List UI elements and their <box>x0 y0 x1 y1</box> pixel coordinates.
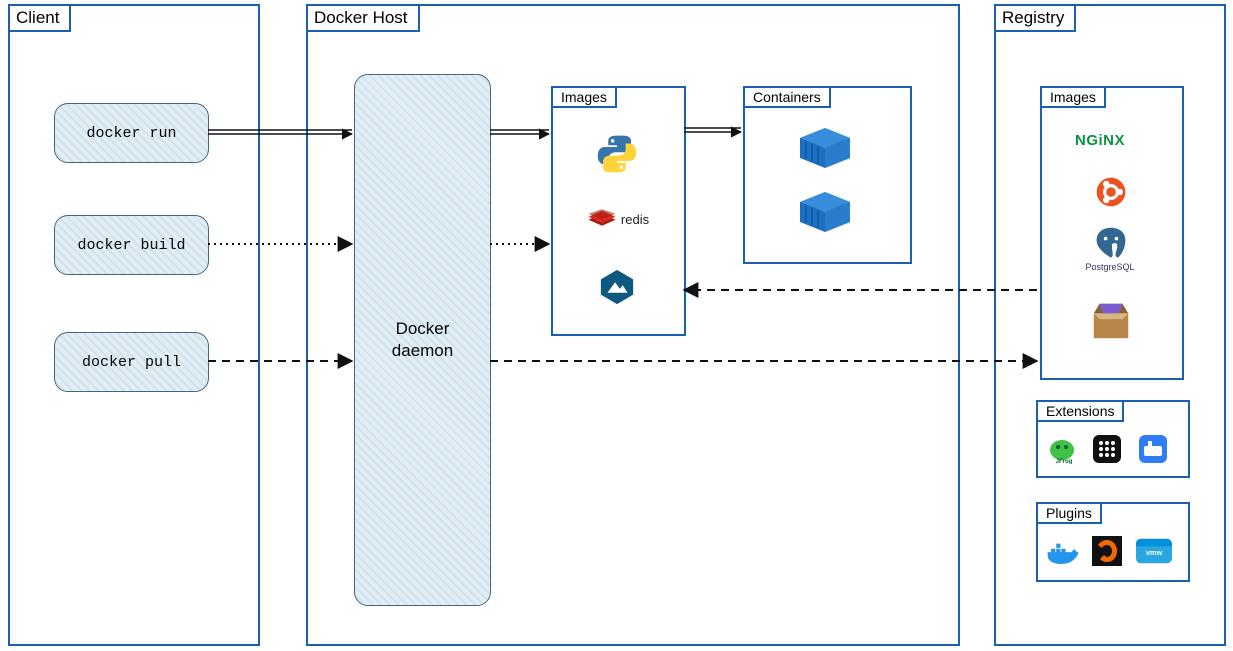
host-images-title: Images <box>551 86 617 108</box>
python-icon <box>596 133 638 175</box>
docker-daemon: Docker daemon <box>354 74 491 606</box>
client-title: Client <box>10 6 71 32</box>
package-box-icon <box>1088 298 1134 344</box>
registry-title: Registry <box>996 6 1076 32</box>
registry-extensions-title: Extensions <box>1036 400 1124 422</box>
cmd-docker-build: docker build <box>54 215 209 275</box>
svg-text:JFrog: JFrog <box>1056 459 1073 464</box>
svg-text:vmw: vmw <box>1146 548 1163 557</box>
vmware-icon: vmw <box>1136 538 1172 564</box>
postgresql-label: PostgreSQL <box>1080 262 1140 272</box>
host-title: Docker Host <box>308 6 420 32</box>
grafana-icon <box>1092 536 1122 566</box>
cmd-docker-pull: docker pull <box>54 332 209 392</box>
container-icon-2 <box>800 192 850 232</box>
rancher-icon <box>1138 434 1168 464</box>
jfrog-icon: JFrog <box>1048 436 1080 464</box>
client-panel: Client <box>8 4 260 646</box>
nginx-icon: NGiNX <box>1075 132 1125 149</box>
cmd-docker-run: docker run <box>54 103 209 163</box>
alpine-icon <box>598 268 636 306</box>
containers-box: Containers <box>743 86 912 264</box>
container-icon-1 <box>800 128 850 168</box>
redis-icon: redis <box>580 204 656 234</box>
registry-plugins-title: Plugins <box>1036 502 1102 524</box>
ubuntu-icon <box>1095 176 1127 208</box>
postgresql-icon <box>1093 226 1129 262</box>
daemon-label: Docker daemon <box>392 318 453 362</box>
diagram-canvas: Client docker run docker build docker pu… <box>0 0 1233 651</box>
registry-images-title: Images <box>1040 86 1106 108</box>
redis-label: redis <box>621 212 649 227</box>
docker-whale-icon <box>1046 540 1080 566</box>
portainer-icon <box>1092 434 1122 464</box>
containers-title: Containers <box>743 86 831 108</box>
